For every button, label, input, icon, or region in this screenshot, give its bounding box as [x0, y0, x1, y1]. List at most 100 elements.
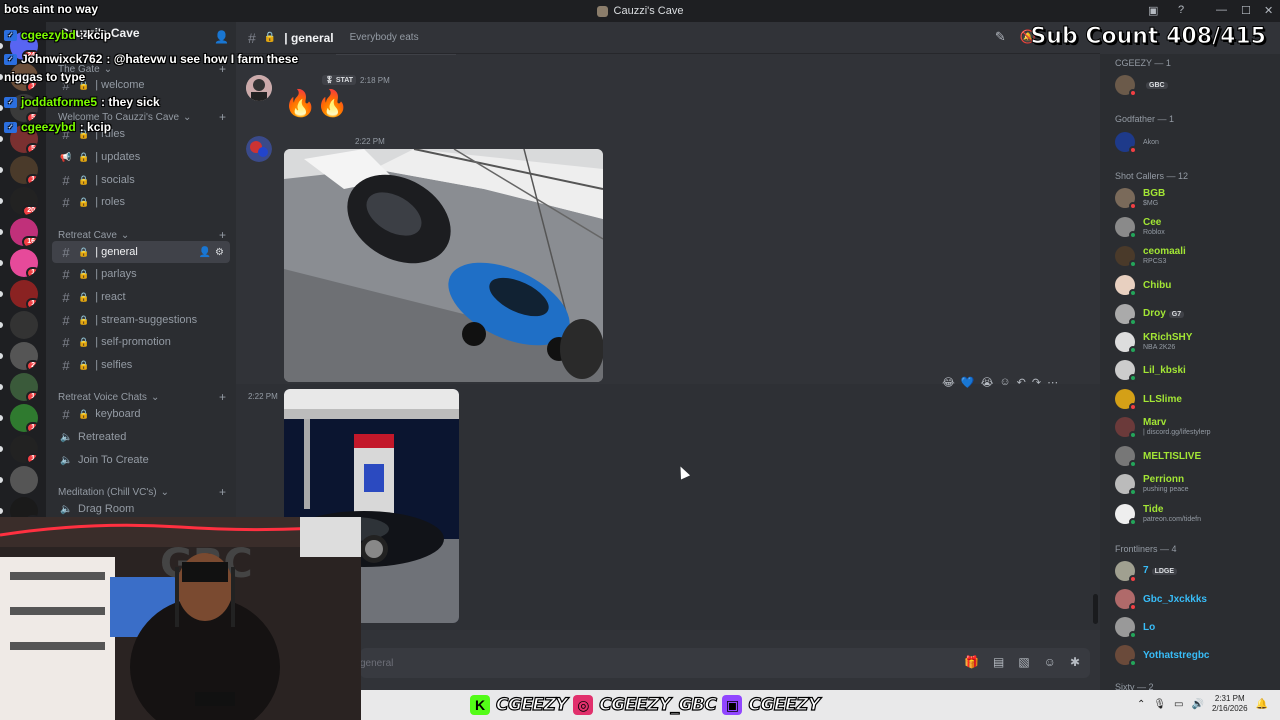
member-item[interactable]: Yothatstregbc: [1115, 641, 1275, 669]
server-icon[interactable]: 1: [10, 249, 38, 277]
composer-placeholder[interactable]: general: [360, 658, 393, 669]
server-icon[interactable]: 16: [10, 218, 38, 246]
chevron-up-icon[interactable]: ⌃: [1137, 699, 1145, 710]
chat-badge-icon: ✓: [4, 29, 17, 41]
mic-icon[interactable]: 🎙: [1153, 699, 1166, 710]
minimize-icon[interactable]: —: [1216, 4, 1227, 16]
server-icon[interactable]: 1: [10, 435, 38, 463]
member-item[interactable]: Lil_kbski: [1115, 356, 1275, 384]
status-indicator: [1129, 89, 1137, 97]
chat-badge-icon: ✓: [4, 121, 17, 133]
server-icon[interactable]: 20: [10, 187, 38, 215]
network-icon[interactable]: ▭: [1174, 699, 1183, 710]
member-item[interactable]: GBC: [1115, 71, 1275, 99]
server-icon[interactable]: 1: [10, 373, 38, 401]
server-icon[interactable]: 1: [10, 280, 38, 308]
channel-item[interactable]: 📢 🔒 | updates: [52, 146, 230, 168]
member-item[interactable]: 7 LDGE: [1115, 557, 1275, 585]
channel-topic[interactable]: Everybody eats: [350, 32, 419, 43]
maximize-icon[interactable]: ☐: [1241, 4, 1251, 17]
channel-category[interactable]: Retreat Voice Chats ⌄ +: [58, 390, 226, 404]
channel-label: | updates: [95, 151, 141, 163]
member-item[interactable]: ceomaali RPCS3: [1115, 242, 1275, 270]
create-channel-icon[interactable]: +: [219, 390, 226, 404]
create-channel-icon[interactable]: +: [219, 228, 226, 242]
react-heart-icon[interactable]: 💙: [961, 376, 975, 389]
create-channel-icon[interactable]: +: [219, 485, 226, 499]
member-item[interactable]: Gbc_Jxckkks: [1115, 585, 1275, 613]
channel-category[interactable]: Meditation (Chill VC's) ⌄ +: [58, 485, 226, 499]
close-icon[interactable]: ✕: [1264, 4, 1273, 17]
gift-icon[interactable]: 🎁: [964, 655, 979, 669]
invite-icon[interactable]: 👤: [199, 247, 211, 258]
help-icon[interactable]: ?: [1178, 4, 1184, 16]
more-icon[interactable]: ⋯: [1047, 376, 1058, 389]
message-composer[interactable]: general 🎁 ▤ ▧ ☺ ✱: [360, 648, 1090, 678]
gif-icon[interactable]: ▤: [993, 655, 1004, 669]
threads-icon[interactable]: ✎: [995, 29, 1006, 45]
member-name: MELTISLIVE: [1143, 450, 1202, 462]
react-laugh-icon[interactable]: 😂: [942, 376, 955, 389]
server-icon[interactable]: [10, 466, 38, 494]
status-indicator: [1129, 518, 1137, 526]
channel-item[interactable]: # 🔒 | socials: [52, 169, 230, 191]
guild-tag: G7: [1168, 311, 1185, 318]
add-reaction-icon[interactable]: ☺: [999, 376, 1010, 388]
cars-garage-image[interactable]: [284, 149, 603, 382]
status-indicator: [1129, 488, 1137, 496]
clock-date: 2/16/2026: [1211, 704, 1248, 713]
member-name: ceomaali: [1143, 246, 1186, 257]
channel-item[interactable]: # 🔒 | self-promotion: [52, 331, 230, 353]
avatar[interactable]: [246, 75, 272, 101]
server-icon[interactable]: 1: [10, 156, 38, 184]
react-cry-icon[interactable]: 😭: [981, 376, 994, 389]
scrollbar[interactable]: [1093, 594, 1098, 624]
kick-icon: K: [470, 695, 490, 715]
inbox-icon[interactable]: ▣: [1148, 4, 1158, 17]
channel-item[interactable]: # 🔒 | roles: [52, 191, 230, 213]
gear-icon[interactable]: ⚙: [215, 247, 224, 258]
sticker-icon[interactable]: ▧: [1018, 655, 1029, 669]
emoji-icon[interactable]: ☺: [1044, 655, 1056, 669]
lock-icon: 🔒: [78, 246, 90, 257]
member-item[interactable]: Droy G7: [1115, 300, 1275, 328]
create-channel-icon[interactable]: +: [219, 110, 226, 124]
server-icon[interactable]: 2: [10, 342, 38, 370]
channel-category[interactable]: Retreat Cave ⌄ +: [58, 228, 226, 242]
channel-item[interactable]: # 🔒 | stream-suggestions: [52, 309, 230, 331]
member-item[interactable]: Akon: [1115, 128, 1275, 156]
channel-item[interactable]: # 🔒 | selfies: [52, 354, 230, 376]
add-friend-icon[interactable]: 👤: [214, 30, 229, 44]
social-handle: CGEEZY: [748, 694, 821, 715]
channel-item[interactable]: # 🔒 | general 👤 ⚙: [52, 241, 230, 263]
member-name: Perrionn: [1143, 474, 1185, 485]
server-icon[interactable]: 1: [10, 404, 38, 432]
title-bar: Cauzzi's Cave ▣ ? — ☐ ✕: [0, 0, 1280, 22]
apps-icon[interactable]: ✱: [1070, 655, 1080, 669]
avatar[interactable]: [246, 136, 272, 162]
channel-item[interactable]: 🔈 Retreated: [52, 426, 230, 448]
forward-icon[interactable]: ↷: [1032, 376, 1041, 389]
member-item[interactable]: Cee Roblox: [1115, 213, 1275, 241]
channel-item[interactable]: 🔈 Join To Create: [52, 449, 230, 471]
member-item[interactable]: Chibu: [1115, 271, 1275, 299]
member-item[interactable]: LLSlime: [1115, 385, 1275, 413]
volume-icon[interactable]: 🔊: [1192, 699, 1204, 710]
reply-icon[interactable]: ↶: [1017, 376, 1026, 389]
server-icon[interactable]: [10, 311, 38, 339]
member-item[interactable]: KRichSHY NBA 2K26: [1115, 328, 1275, 356]
member-item[interactable]: Lo: [1115, 613, 1275, 641]
member-item[interactable]: Perrionn pushing peace: [1115, 470, 1275, 498]
channel-item[interactable]: # 🔒 keyboard: [52, 403, 230, 425]
member-item[interactable]: Marv | discord.gg/lifestylerp: [1115, 413, 1275, 441]
channel-item[interactable]: # 🔒 | parlays: [52, 263, 230, 285]
member-item[interactable]: Tide patreon.com/tidefn: [1115, 500, 1275, 528]
member-item[interactable]: BGB $MG: [1115, 184, 1275, 212]
member-status-text: NBA 2K26: [1143, 344, 1176, 351]
clock[interactable]: 2:31 PM 2/16/2026: [1212, 694, 1248, 714]
webcam-overlay: GBC: [0, 517, 361, 720]
status-indicator: [1129, 374, 1137, 382]
notifications-icon[interactable]: 🔔: [1256, 699, 1268, 710]
member-item[interactable]: MELTISLIVE: [1115, 442, 1275, 470]
channel-item[interactable]: # 🔒 | react: [52, 286, 230, 308]
